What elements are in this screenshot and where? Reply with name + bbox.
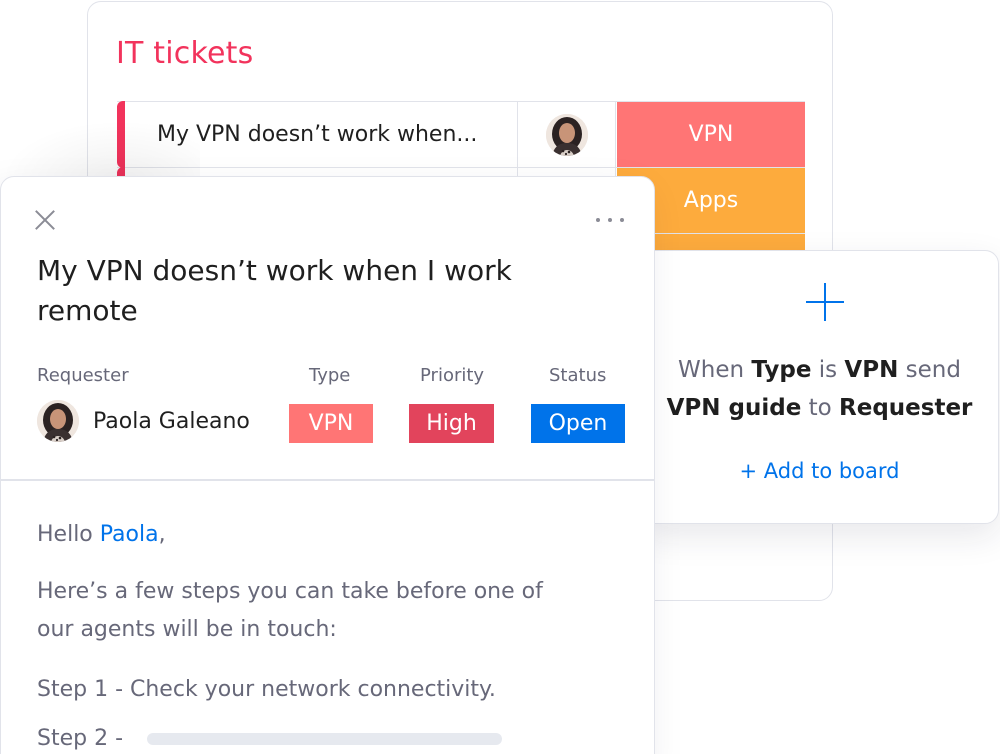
recipe-text: send <box>898 357 961 383</box>
recipe-requester[interactable]: Requester <box>839 395 972 421</box>
greeting-punct: , <box>158 522 166 547</box>
greeting-text: Hello <box>37 522 100 547</box>
type-label: Type <box>309 365 351 386</box>
recipe-vpn-guide[interactable]: VPN guide <box>667 395 802 421</box>
greeting-name-link[interactable]: Paola <box>100 522 159 547</box>
recipe-text: is <box>811 357 845 383</box>
divider <box>1 479 654 481</box>
board-title: IT tickets <box>116 36 254 71</box>
priority-label: Priority <box>420 365 485 386</box>
item-card: My VPN doesn’t work when I work remote R… <box>0 176 655 754</box>
add-to-board-button[interactable]: + Add to board <box>641 459 998 483</box>
step-2-placeholder-bar <box>147 733 502 745</box>
recipe-field-type[interactable]: Type <box>751 357 811 383</box>
intro-line-1: Here’s a few steps you can take before o… <box>37 579 543 604</box>
recipe-value-vpn[interactable]: VPN <box>844 357 898 383</box>
board-row[interactable]: My VPN doesn’t work when... VPN <box>117 101 805 168</box>
greeting-line: Hello Paola, <box>37 516 166 554</box>
avatar <box>37 400 79 442</box>
close-icon[interactable] <box>34 209 56 231</box>
item-shadow <box>0 120 200 180</box>
intro-line-2: our agents will be in touch: <box>37 617 337 642</box>
requester-name: Paola Galeano <box>93 408 250 434</box>
step-2: Step 2 - <box>37 726 124 751</box>
priority-pill[interactable]: High <box>409 404 494 443</box>
status-pill[interactable]: Open <box>531 404 625 443</box>
requester-label: Requester <box>37 365 129 386</box>
recipe-text: to <box>801 395 840 421</box>
person-cell[interactable] <box>518 102 616 167</box>
more-options-icon[interactable] <box>596 215 624 225</box>
requester-person[interactable]: Paola Galeano <box>37 400 250 442</box>
plus-icon[interactable] <box>806 283 844 321</box>
recipe-text: When <box>678 357 752 383</box>
automation-card: When Type is VPN send VPN guide to Reque… <box>640 250 999 524</box>
type-cell-vpn[interactable]: VPN <box>617 102 805 167</box>
step-1: Step 1 - Check your network connectivity… <box>37 677 496 702</box>
status-label: Status <box>549 365 607 386</box>
item-title: My VPN doesn’t work when I work remote <box>37 254 512 327</box>
automation-recipe: When Type is VPN send VPN guide to Reque… <box>641 351 998 427</box>
type-pill[interactable]: VPN <box>289 404 373 443</box>
requester-avatar <box>545 113 588 156</box>
stage: IT tickets My VPN doesn’t work when... V… <box>0 0 1000 754</box>
